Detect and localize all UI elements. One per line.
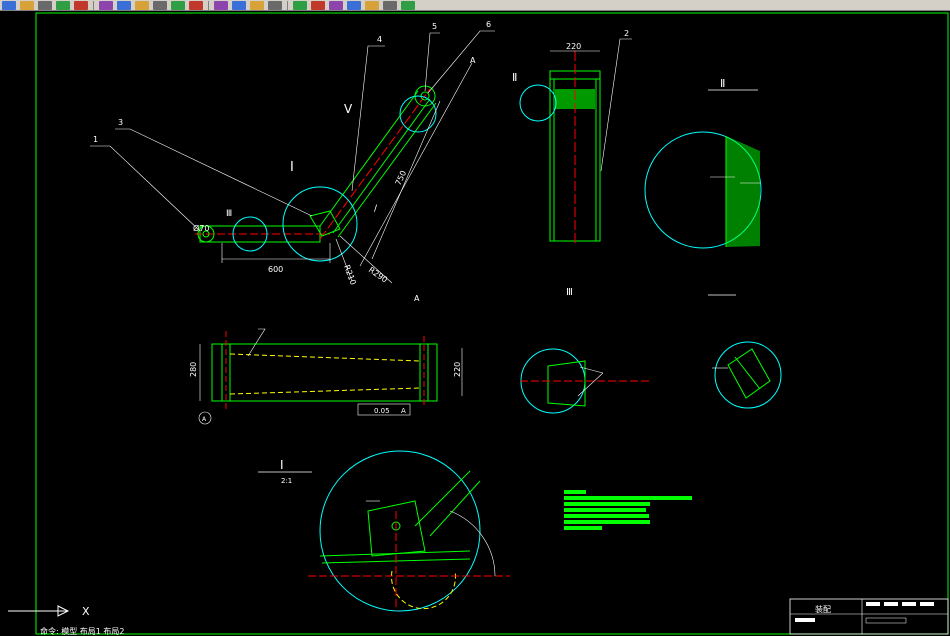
svg-text:A: A	[414, 294, 420, 303]
svg-text:Ⅰ: Ⅰ	[290, 160, 294, 175]
zoom-previous-icon[interactable]	[268, 0, 282, 10]
svg-text:220: 220	[453, 362, 462, 377]
color-icon[interactable]	[365, 0, 379, 10]
svg-text:A: A	[202, 416, 207, 423]
ucs-icon: X	[8, 605, 90, 618]
design-center-icon[interactable]	[311, 0, 325, 10]
new-file-icon[interactable]	[2, 0, 16, 10]
svg-text:220: 220	[566, 42, 581, 51]
svg-text:3: 3	[118, 118, 123, 127]
toolbar-separator	[287, 0, 288, 10]
svg-text:R210: R210	[342, 264, 358, 287]
svg-text:装配: 装配	[815, 604, 831, 614]
svg-text:4: 4	[377, 35, 382, 44]
svg-text:R290: R290	[367, 265, 389, 284]
svg-text:Ø70: Ø70	[193, 223, 209, 233]
svg-text:A: A	[470, 56, 476, 65]
svg-text:2: 2	[624, 29, 629, 38]
detail-II-view: Ⅱ	[644, 77, 762, 249]
section-III-view: Ⅲ	[520, 287, 650, 414]
help-icon[interactable]	[401, 0, 415, 10]
svg-text:Ⅱ: Ⅱ	[512, 71, 517, 84]
match-properties-icon[interactable]	[153, 0, 167, 10]
paste-icon[interactable]	[135, 0, 149, 10]
standard-toolbar	[0, 0, 950, 11]
svg-text:Ⅲ: Ⅲ	[226, 209, 232, 219]
svg-text:Ⅰ: Ⅰ	[280, 458, 284, 472]
title-block: 装配	[789, 598, 949, 635]
assembly-main-view: A A 750 600 R290 R210 Ø70 1 3 4 5 6 Ⅰ Ⅴ …	[90, 20, 495, 303]
svg-text:600: 600	[268, 265, 283, 274]
detail-circle-V	[399, 95, 437, 133]
copy-icon[interactable]	[117, 0, 131, 10]
svg-text:/: /	[374, 204, 378, 214]
command-line[interactable]: 命令: 模型 布局1 布局2	[0, 628, 125, 636]
svg-text:A: A	[401, 407, 406, 415]
print-icon[interactable]	[56, 0, 70, 10]
linetype-icon[interactable]	[383, 0, 397, 10]
side-view: 220 2 Ⅱ	[512, 29, 632, 243]
svg-text:2:1: 2:1	[281, 477, 292, 485]
detail-circle-I	[282, 186, 358, 262]
section-right-view	[708, 294, 782, 409]
zoom-window-icon[interactable]	[250, 0, 264, 10]
properties-icon[interactable]	[293, 0, 307, 10]
tool-palettes-icon[interactable]	[329, 0, 343, 10]
cut-icon[interactable]	[99, 0, 113, 10]
svg-text:280: 280	[189, 362, 198, 377]
save-file-icon[interactable]	[38, 0, 52, 10]
detail-I-view: Ⅰ 2:1	[258, 450, 510, 612]
svg-text:X: X	[82, 605, 90, 618]
svg-text:1: 1	[93, 135, 98, 144]
technical-notes	[564, 490, 692, 530]
svg-text:Ⅱ: Ⅱ	[720, 77, 725, 90]
svg-text:750: 750	[394, 169, 409, 187]
svg-text:Ⅴ: Ⅴ	[344, 102, 353, 116]
toolbar-separator	[93, 0, 94, 10]
layer-icon[interactable]	[347, 0, 361, 10]
svg-text:Ⅲ: Ⅲ	[566, 287, 573, 298]
svg-text:6: 6	[486, 20, 491, 29]
open-file-icon[interactable]	[20, 0, 34, 10]
undo-icon[interactable]	[171, 0, 185, 10]
preview-icon[interactable]	[74, 0, 88, 10]
toolbar-separator	[208, 0, 209, 10]
drawing-canvas[interactable]: A A 750 600 R290 R210 Ø70 1 3 4 5 6 Ⅰ Ⅴ …	[0, 11, 950, 636]
pan-icon[interactable]	[214, 0, 228, 10]
svg-text:0.05: 0.05	[374, 407, 390, 415]
redo-icon[interactable]	[189, 0, 203, 10]
plan-view: 280 220 0.05 A A	[189, 328, 463, 425]
zoom-realtime-icon[interactable]	[232, 0, 246, 10]
svg-text:5: 5	[432, 22, 437, 31]
drawing-border	[35, 12, 949, 635]
